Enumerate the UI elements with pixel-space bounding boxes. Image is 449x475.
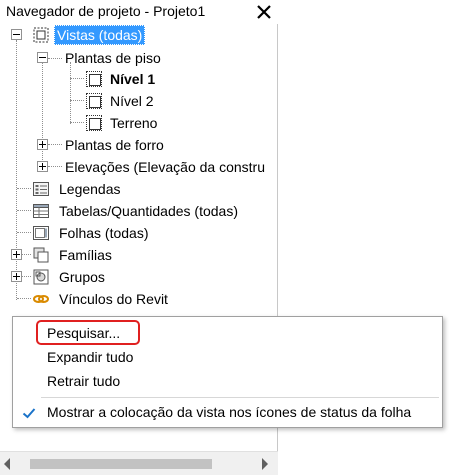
tree-item-label: Vínculos do Revit (59, 291, 168, 307)
sheet-icon (32, 224, 50, 242)
tree-item-revit-links[interactable]: Vínculos do Revit (0, 289, 277, 309)
expand-toggle[interactable] (11, 249, 22, 260)
tree-item-terrain[interactable]: Terreno (0, 113, 277, 133)
tree-item-label: Plantas de piso (65, 50, 161, 66)
menu-item-label: Mostrar a colocação da vista nos ícones … (47, 404, 412, 420)
scroll-right-icon[interactable] (262, 458, 268, 470)
tree-item-legends[interactable]: Legendas (0, 179, 277, 199)
tree-item-label: Legendas (59, 181, 121, 197)
tree-item-label: Folhas (todas) (59, 225, 149, 241)
tree-item-families[interactable]: Famílias (0, 245, 277, 265)
floor-plan-icon (86, 71, 102, 87)
menu-item-search[interactable]: Pesquisar... (13, 321, 442, 345)
tree-item-level-2[interactable]: Nível 2 (0, 91, 277, 111)
tree-item-level-1[interactable]: Nível 1 (0, 69, 277, 89)
horizontal-scrollbar[interactable] (0, 451, 278, 475)
tree-item-views[interactable]: Vistas (todas) (0, 25, 277, 45)
close-button[interactable] (254, 2, 274, 22)
tree-item-label: Grupos (59, 269, 105, 285)
tree-item-ceiling-plans[interactable]: Plantas de forro (0, 135, 277, 155)
project-browser-window: Navegador de projeto - Projeto1 Vistas (… (0, 0, 449, 475)
menu-item-label: Expandir tudo (47, 349, 134, 365)
window-title: Navegador de projeto - Projeto1 (6, 3, 206, 19)
menu-item-label: Retrair tudo (47, 373, 121, 389)
expand-toggle[interactable] (37, 139, 48, 150)
tree-item-elevations[interactable]: Elevações (Elevação da constru (0, 157, 277, 177)
menu-item-show-placement[interactable]: Mostrar a colocação da vista nos ícones … (13, 400, 442, 424)
tree-item-schedules[interactable]: Tabelas/Quantidades (todas) (0, 201, 277, 221)
scroll-left-icon[interactable] (4, 458, 10, 470)
context-menu: Pesquisar... Expandir tudo Retrair tudo … (12, 316, 443, 428)
menu-item-collapse-all[interactable]: Retrair tudo (13, 369, 442, 393)
tree-item-groups[interactable]: Grupos (0, 267, 277, 287)
tree-item-floor-plans[interactable]: Plantas de piso (0, 48, 277, 68)
check-icon (21, 404, 37, 420)
expand-toggle[interactable] (11, 271, 22, 282)
tree-item-sheets[interactable]: Folhas (todas) (0, 223, 277, 243)
menu-separator (41, 397, 439, 398)
tree-item-label: Terreno (110, 115, 158, 131)
floor-plan-icon (86, 93, 102, 109)
schedule-icon (32, 202, 50, 220)
group-icon (32, 268, 50, 286)
tree-item-label: Vistas (todas) (54, 25, 146, 45)
expand-toggle[interactable] (37, 161, 48, 172)
close-icon (257, 5, 271, 19)
collapse-toggle[interactable] (11, 29, 22, 40)
legend-icon (32, 180, 50, 198)
collapse-toggle[interactable] (37, 52, 48, 63)
link-icon (32, 290, 50, 308)
menu-item-expand-all[interactable]: Expandir tudo (13, 345, 442, 369)
tree-item-label: Famílias (59, 247, 112, 263)
family-icon (32, 246, 50, 264)
scroll-thumb[interactable] (30, 459, 212, 469)
menu-item-label: Pesquisar... (47, 325, 121, 341)
title-bar: Navegador de projeto - Projeto1 (0, 0, 278, 24)
views-icon (32, 26, 50, 44)
tree-item-label: Nível 2 (110, 93, 154, 109)
tree-item-label: Nível 1 (110, 71, 156, 87)
tree-item-label: Elevações (Elevação da constru (65, 159, 265, 175)
tree-item-label: Plantas de forro (65, 137, 164, 153)
tree-item-label: Tabelas/Quantidades (todas) (59, 203, 238, 219)
floor-plan-icon (86, 115, 102, 131)
